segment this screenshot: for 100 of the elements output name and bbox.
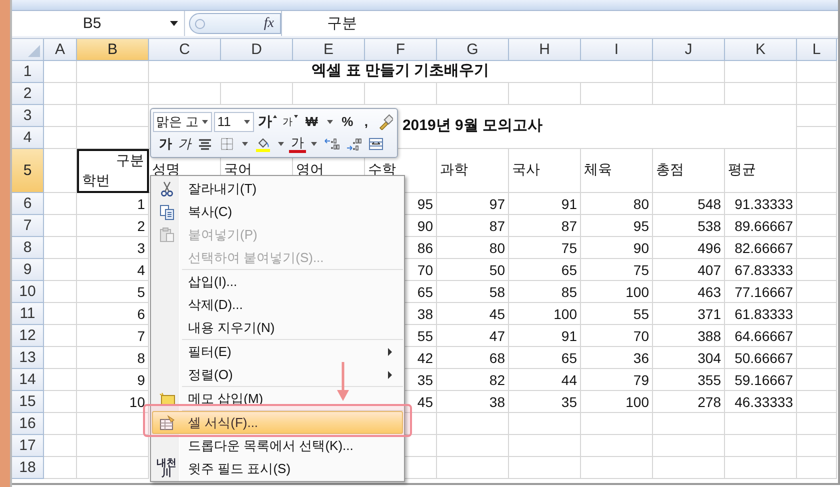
column-header[interactable]: L xyxy=(797,39,837,61)
table-cell: 7 xyxy=(77,325,149,347)
table-cell: 67.83333 xyxy=(725,259,797,281)
fill-color-icon xyxy=(255,136,271,152)
empty-cell xyxy=(509,413,581,435)
empty-cell xyxy=(437,413,509,435)
table-cell: 82.66667 xyxy=(725,237,797,259)
row-header[interactable]: 1 xyxy=(12,61,44,83)
row-header[interactable]: 4 xyxy=(12,127,44,149)
empty-cell xyxy=(437,83,509,105)
caret-icon[interactable] xyxy=(311,142,317,146)
empty-cell xyxy=(797,83,837,105)
caret-icon[interactable] xyxy=(326,120,333,124)
table-cell: 1 xyxy=(77,193,149,215)
percent-button[interactable]: % xyxy=(338,112,358,132)
row-header[interactable]: 18 xyxy=(12,457,44,479)
empty-cell xyxy=(797,237,837,259)
table-cell: 44 xyxy=(509,369,581,391)
empty-cell xyxy=(797,281,837,303)
empty-cell xyxy=(653,61,725,83)
row-header[interactable]: 14 xyxy=(12,369,44,391)
row-header[interactable]: 11 xyxy=(12,303,44,325)
table-cell: 6 xyxy=(77,303,149,325)
table-cell: 278 xyxy=(653,391,725,413)
table-cell: 8 xyxy=(77,347,149,369)
caret-icon[interactable] xyxy=(202,120,208,124)
font-size-field[interactable]: 11 xyxy=(214,112,254,132)
table-cell: 82 xyxy=(437,369,509,391)
table-cell: 50.66667 xyxy=(725,347,797,369)
paste-icon xyxy=(158,226,174,242)
copy-icon xyxy=(158,204,174,220)
row-header[interactable]: 17 xyxy=(12,435,44,457)
currency-button[interactable]: ₩ xyxy=(302,112,322,132)
row-header[interactable]: 2 xyxy=(12,83,44,105)
column-header[interactable]: D xyxy=(221,39,293,61)
comma-button[interactable]: , xyxy=(359,112,374,132)
table-cell: 55 xyxy=(581,303,653,325)
menu-item[interactable]: 내천 川 윗주 필드 표시(S) xyxy=(152,457,403,480)
menu-item[interactable]: 셀 서식(F)... xyxy=(152,411,403,434)
row-header[interactable]: 15 xyxy=(12,391,44,413)
merge-cells-icon xyxy=(368,136,384,152)
shrink-font-button[interactable]: 가 xyxy=(280,112,300,132)
empty-cell xyxy=(149,83,221,105)
sheet-title: 엑셀 표 만들기 기초배우기 xyxy=(149,61,653,83)
grow-font-button[interactable]: 가 xyxy=(256,112,279,132)
column-header[interactable]: E xyxy=(293,39,365,61)
table-cell: 100 xyxy=(581,391,653,413)
column-header[interactable]: G xyxy=(437,39,509,61)
table-cell: 80 xyxy=(437,237,509,259)
column-header[interactable]: C xyxy=(149,39,221,61)
row-header[interactable]: 8 xyxy=(12,237,44,259)
cell-text: 학번 xyxy=(82,172,110,190)
column-header[interactable]: A xyxy=(44,39,77,61)
table-cell: 5 xyxy=(77,281,149,303)
column-header[interactable]: K xyxy=(725,39,797,61)
empty-cell xyxy=(437,457,509,479)
font-color-button[interactable]: 가 xyxy=(289,136,306,153)
table-cell: 59.16667 xyxy=(725,369,797,391)
table-cell: 79 xyxy=(581,369,653,391)
empty-cell xyxy=(725,61,797,83)
empty-cell xyxy=(581,457,653,479)
table-cell: 75 xyxy=(509,237,581,259)
column-header[interactable]: J xyxy=(653,39,725,61)
table-cell: 85 xyxy=(509,281,581,303)
empty-cell xyxy=(653,457,725,479)
empty-cell xyxy=(797,215,837,237)
row-header[interactable]: 12 xyxy=(12,325,44,347)
caret-icon[interactable] xyxy=(278,142,284,146)
table-cell: 407 xyxy=(653,259,725,281)
caret-icon[interactable] xyxy=(242,142,248,146)
note-icon xyxy=(158,390,174,406)
column-header[interactable]: B xyxy=(77,39,149,61)
row-header[interactable]: 10 xyxy=(12,281,44,303)
empty-cell xyxy=(725,435,797,457)
caret-icon[interactable] xyxy=(244,120,250,124)
row-header[interactable]: 9 xyxy=(12,259,44,281)
empty-cell xyxy=(509,435,581,457)
table-cell: 80 xyxy=(581,193,653,215)
expand-icon xyxy=(194,18,206,30)
empty-cell xyxy=(797,457,837,479)
empty-cell xyxy=(797,369,837,391)
empty-cell xyxy=(437,435,509,457)
empty-cell xyxy=(77,413,149,435)
row-header[interactable]: 7 xyxy=(12,215,44,237)
font-name-field[interactable]: 맑은 고 xyxy=(153,112,212,132)
row-header[interactable]: 6 xyxy=(12,193,44,215)
row-header[interactable]: 16 xyxy=(12,413,44,435)
function-field[interactable]: fx xyxy=(189,13,281,34)
row-header[interactable]: 13 xyxy=(12,347,44,369)
row-header[interactable]: 5 xyxy=(12,149,44,193)
menu-item[interactable]: 드롭다운 목록에서 선택(K)... xyxy=(152,434,403,457)
row-header[interactable]: 3 xyxy=(12,105,44,127)
column-header[interactable]: H xyxy=(509,39,581,61)
table-cell: 3 xyxy=(77,237,149,259)
select-all-icon xyxy=(28,45,40,57)
column-header[interactable]: F xyxy=(365,39,437,61)
caret-icon[interactable] xyxy=(170,21,178,26)
table-cell: 68 xyxy=(437,347,509,369)
table-cell: 304 xyxy=(653,347,725,369)
column-header[interactable]: I xyxy=(581,39,653,61)
